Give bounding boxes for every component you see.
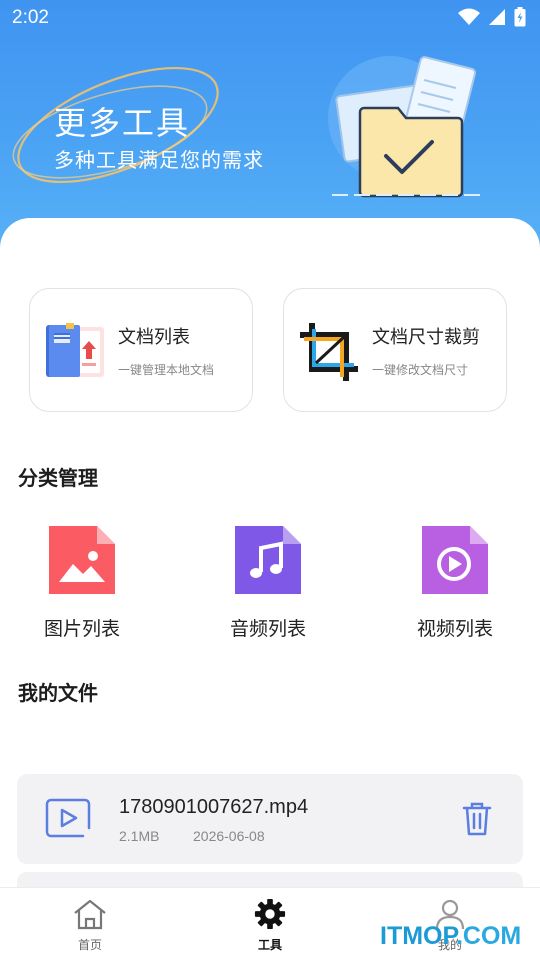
image-file-icon <box>49 526 115 594</box>
folder-illustration <box>328 56 480 198</box>
delete-icon[interactable] <box>461 802 493 836</box>
watermark-logo: ITMOP.COM <box>380 922 521 951</box>
category-audio[interactable]: 音频列表 <box>203 524 333 641</box>
file-name: 1780901007627.mp4 <box>119 796 309 818</box>
status-time: 2:02 <box>12 7 49 28</box>
file-list-item[interactable]: 1780901007627.mp4 2.1MB 2026-06-08 <box>17 774 523 864</box>
tab-home[interactable]: 首页 <box>40 898 140 953</box>
tab-tools[interactable]: 工具 <box>220 898 320 953</box>
battery-icon <box>514 7 526 27</box>
video-file-icon <box>422 526 488 594</box>
file-date: 2026-06-08 <box>193 828 265 844</box>
document-list-icon <box>46 323 104 377</box>
wifi-icon <box>458 8 480 25</box>
tool-name: 文档列表 <box>118 327 190 348</box>
video-icon <box>45 798 91 838</box>
category-label: 图片列表 <box>43 618 120 640</box>
category-label: 视频列表 <box>416 618 493 640</box>
category-label: 音频列表 <box>229 618 306 640</box>
audio-file-icon <box>235 526 301 594</box>
category-section-title: 分类管理 <box>18 466 98 490</box>
tool-name: 文档尺寸裁剪 <box>372 327 480 348</box>
signal-icon <box>489 9 505 25</box>
tab-label: 工具 <box>257 938 282 952</box>
files-section-title: 我的文件 <box>18 681 98 705</box>
status-bar: 2:02 <box>0 0 540 36</box>
hero-title: 更多工具 <box>54 104 191 142</box>
category-video[interactable]: 视频列表 <box>390 524 520 641</box>
watermark-text: ITMOP <box>380 922 456 950</box>
tab-label: 首页 <box>77 938 102 952</box>
file-size: 2.1MB <box>119 828 160 844</box>
crop-icon <box>300 323 358 381</box>
hero-subtitle: 多种工具满足您的需求 <box>54 148 264 172</box>
document-crop-card[interactable]: 文档尺寸裁剪 一键修改文档尺寸 <box>283 288 507 412</box>
tool-description: 一键修改文档尺寸 <box>372 363 469 377</box>
watermark-domain: .COM <box>455 922 522 950</box>
category-images[interactable]: 图片列表 <box>17 524 147 641</box>
home-icon <box>74 899 106 930</box>
document-list-card[interactable]: 文档列表 一键管理本地文档 <box>29 288 253 412</box>
tool-description: 一键管理本地文档 <box>118 363 215 377</box>
gear-icon <box>254 898 286 930</box>
